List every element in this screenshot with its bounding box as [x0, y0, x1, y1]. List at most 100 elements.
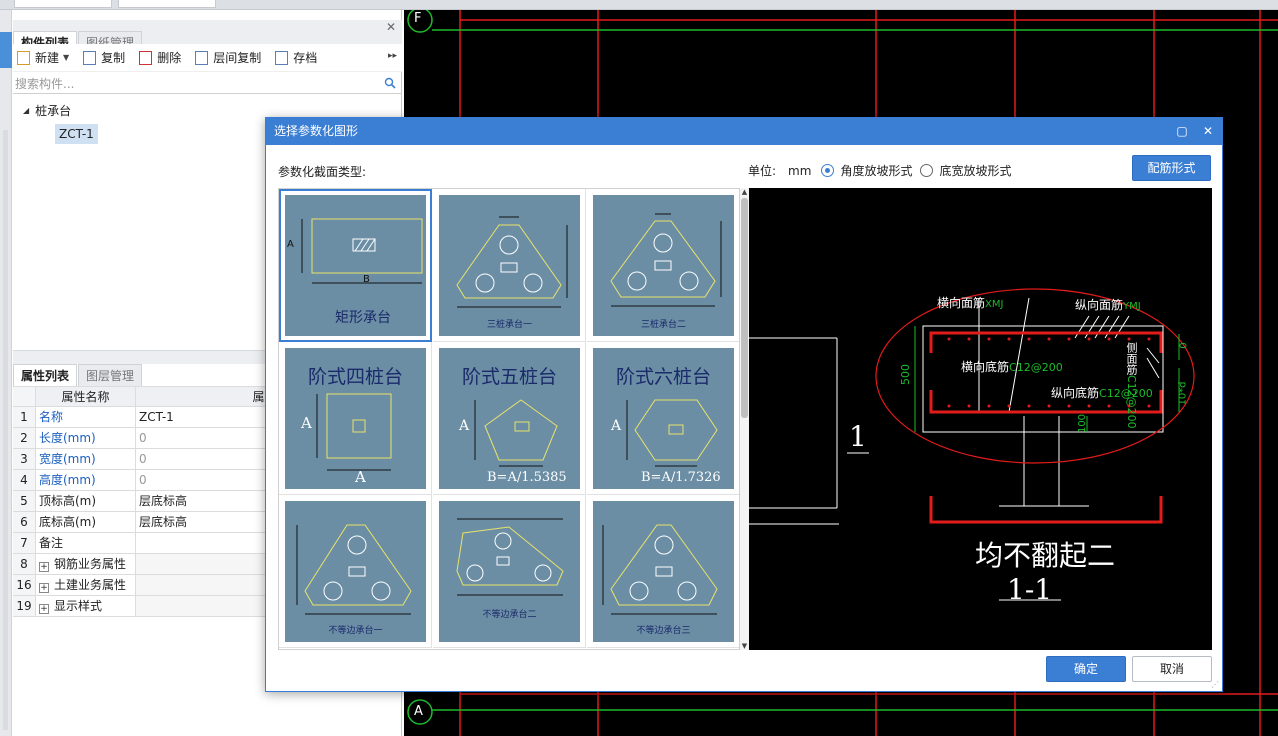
radio-angle-slope[interactable] — [821, 164, 835, 177]
row-index: 6 — [13, 512, 36, 532]
collapse-triangle-icon[interactable]: ◢ — [23, 106, 29, 115]
header-index — [13, 387, 36, 406]
floor-copy-button-label: 层间复制 — [213, 51, 262, 65]
chevron-down-icon[interactable]: ▼ — [63, 53, 69, 62]
dim-height: 500 — [899, 364, 912, 385]
section-type-label: 参数化截面类型: — [278, 165, 367, 179]
label-bottom-transverse-text: 横向底筋 — [961, 360, 1010, 374]
shape-tile-step-4pile[interactable]: 阶式四桩台 A A — [279, 342, 432, 495]
label-side-rebar: 侧面筋C12@200 — [1123, 342, 1139, 429]
close-icon[interactable]: ✕ — [1196, 118, 1220, 145]
ok-button[interactable]: 确定 — [1046, 656, 1126, 682]
label-top-longitudinal-code: YMJ — [1123, 301, 1141, 312]
dialog-title-bar[interactable]: 选择参数化图形 — [266, 118, 1222, 145]
radio-width-slope[interactable] — [920, 164, 934, 177]
property-group-label: 钢筋业务属性 — [54, 557, 127, 571]
property-name: 高度(mm) — [36, 470, 136, 490]
dialog-title: 选择参数化图形 — [274, 124, 359, 138]
row-index: 4 — [13, 470, 36, 490]
scrollbar-thumb[interactable] — [741, 198, 748, 418]
shape-tile-step-5pile[interactable]: 阶式五桩台 A B=A/1.5385 — [433, 342, 586, 495]
top-combo-2[interactable] — [118, 0, 216, 8]
label-top-longitudinal-text: 纵向面筋 — [1075, 298, 1124, 312]
radio-angle-slope-label[interactable]: 角度放坡形式 — [840, 162, 912, 179]
shape-tile-step-6pile[interactable]: 阶式六桩台 A B=A/1.7326 — [587, 342, 739, 495]
close-icon[interactable]: ✕ — [386, 20, 396, 34]
left-edge-grip[interactable] — [3, 130, 8, 730]
shape-thumbnail: 阶式六桩台 A B=A/1.7326 — [593, 348, 734, 489]
header-property-name: 属性名称 — [36, 387, 136, 406]
property-group-label: 显示样式 — [54, 599, 103, 613]
dim-label-a: A — [459, 418, 470, 434]
top-combo-1[interactable] — [14, 0, 112, 8]
shape-caption: 不等边承台二 — [482, 610, 537, 620]
delete-button-label: 删除 — [157, 51, 182, 65]
rebar-form-button[interactable]: 配筋形式 — [1132, 155, 1211, 181]
tree-leaf-zct1[interactable]: ZCT-1 — [55, 124, 98, 144]
shape-thumbnail: 三桩承台一 — [439, 195, 580, 336]
dim-label-a: A — [611, 418, 622, 434]
label-bottom-transverse-code: C12@200 — [1009, 361, 1063, 374]
maximize-icon[interactable]: ▢ — [1170, 118, 1194, 145]
dim-formula: B=A/1.5385 — [487, 470, 567, 485]
floor-copy-icon — [195, 50, 209, 65]
tab-layer-management[interactable]: 图层管理 — [78, 364, 143, 386]
shape-caption: 三桩承台一 — [486, 320, 532, 330]
section-label: 1-1 — [1007, 573, 1053, 606]
radio-width-slope-label[interactable]: 底宽放坡形式 — [939, 162, 1011, 179]
property-tabs: 属性列表 图层管理 — [13, 364, 143, 386]
parametric-shape-dialog: 选择参数化图形 ▢ ✕ 参数化截面类型: 单位: mm 角度放坡形式 底宽放坡形… — [265, 117, 1223, 692]
tab-property-list[interactable]: 属性列表 — [13, 364, 78, 386]
dim-label-b: A — [355, 468, 366, 486]
expand-plus-icon[interactable]: + — [39, 583, 49, 593]
property-group[interactable]: + 土建业务属性 — [36, 575, 136, 595]
shape-thumbnail: 不等边承台三 — [593, 501, 734, 642]
label-top-transverse: 横向面筋XMJ — [937, 294, 1003, 311]
tree-node-label: 桩承台 — [35, 104, 72, 118]
shape-title: 阶式六桩台 — [615, 366, 711, 388]
left-edge-active-tab[interactable] — [0, 32, 12, 68]
row-index: 3 — [13, 449, 36, 469]
property-name: 备注 — [36, 533, 136, 553]
scroll-up-icon[interactable]: ▲ — [740, 188, 749, 196]
expand-plus-icon[interactable]: + — [39, 562, 49, 572]
shape-thumbnail: A B 矩形承台 — [285, 195, 426, 336]
note-not-bent: 均不翻起二 — [975, 539, 1116, 572]
shape-tile-unequal-2[interactable]: 不等边承台二 — [433, 495, 586, 648]
label-top-transverse-text: 横向面筋 — [937, 296, 986, 310]
expand-plus-icon[interactable]: + — [39, 604, 49, 614]
shape-tile-3pile-1[interactable]: 三桩承台一 — [433, 189, 586, 342]
unit-row: 单位: mm 角度放坡形式 底宽放坡形式 — [748, 162, 1011, 179]
axis-label-a: A — [414, 704, 423, 719]
delete-icon — [139, 50, 153, 65]
search-input[interactable] — [13, 76, 373, 91]
property-name: 宽度(mm) — [36, 449, 136, 469]
gallery-scrollbar[interactable]: ▲ ▼ — [740, 188, 749, 650]
top-strip — [0, 0, 1278, 10]
floor-copy-button[interactable]: 层间复制 — [195, 49, 261, 66]
left-edge-bar — [0, 10, 12, 736]
property-group[interactable]: + 钢筋业务属性 — [36, 554, 136, 574]
search-icon[interactable] — [384, 77, 396, 89]
more-tools-icon[interactable]: ▸▸ — [388, 51, 397, 61]
scroll-down-icon[interactable]: ▼ — [740, 642, 749, 650]
component-toolbar: 新建 ▼ 复制 删除 层间复制 存档 ▸▸ — [13, 44, 402, 72]
new-file-icon — [17, 50, 30, 65]
row-index: 7 — [13, 533, 36, 553]
property-group[interactable]: + 显示样式 — [36, 596, 136, 616]
shape-caption: 三桩承台二 — [640, 320, 686, 330]
shape-thumbnail: 三桩承台二 — [593, 195, 734, 336]
archive-button[interactable]: 存档 — [275, 49, 317, 66]
new-button[interactable]: 新建 ▼ — [17, 49, 69, 66]
copy-button[interactable]: 复制 — [83, 49, 125, 66]
row-index: 8 — [13, 554, 36, 574]
delete-button[interactable]: 删除 — [139, 49, 181, 66]
rebar-preview: 横向面筋XMJ 纵向面筋YMJ 横向底筋C12@200 纵向底筋C12@200 … — [749, 188, 1212, 650]
shape-tile-unequal-3[interactable]: 不等边承台三 — [587, 495, 739, 648]
shape-tile-unequal-1[interactable]: 不等边承台一 — [279, 495, 432, 648]
cancel-button[interactable]: 取消 — [1132, 656, 1212, 682]
shape-tile-rect[interactable]: A B 矩形承台 — [279, 189, 432, 342]
tree-node-pile-cap[interactable]: ◢ 桩承台 — [23, 102, 71, 119]
shape-tile-3pile-2[interactable]: 三桩承台二 — [587, 189, 739, 342]
resize-grip-icon[interactable]: ⋰ — [1211, 680, 1219, 689]
